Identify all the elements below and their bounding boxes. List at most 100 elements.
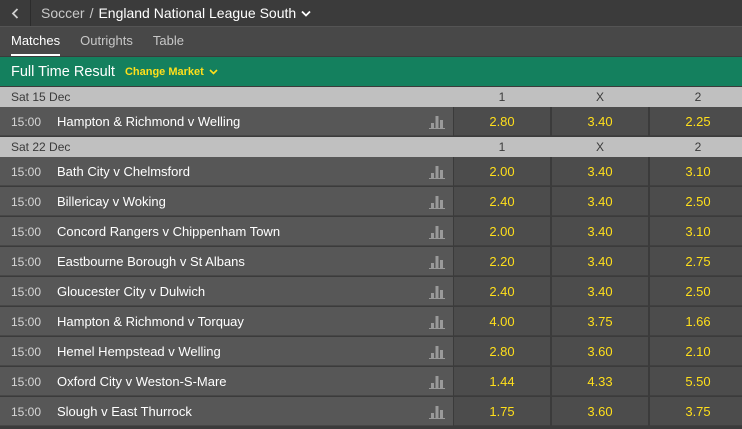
match-row: 15:00 Hampton & Richmond v Torquay 4.00 3.7… xyxy=(0,307,742,337)
odds-button-home[interactable]: 1.75 xyxy=(454,397,550,426)
match-time: 15:00 xyxy=(11,255,42,269)
match-row: 15:00 Concord Rangers v Chippenham Town 2.… xyxy=(0,217,742,247)
odds-button-draw[interactable]: 3.40 xyxy=(552,107,648,136)
match-link[interactable]: 15:00 Concord Rangers v Chippenham Town xyxy=(0,217,453,246)
odds-button-away[interactable]: 3.10 xyxy=(650,157,742,186)
odds-button-draw[interactable]: 3.40 xyxy=(552,247,648,276)
odds-button-home[interactable]: 4.00 xyxy=(454,307,550,336)
match-row: 15:00 Hampton & Richmond v Welling 2.80 3.4… xyxy=(0,107,742,137)
match-row: 15:00 Hemel Hempstead v Welling 2.80 3.60 2.… xyxy=(0,337,742,367)
odds-button-away[interactable]: 2.50 xyxy=(650,187,742,216)
tab-outrights[interactable]: Outrights xyxy=(70,27,143,56)
match-link[interactable]: 15:00 Hampton & Richmond v Welling xyxy=(0,107,453,136)
odds-button-home[interactable]: 2.40 xyxy=(454,187,550,216)
tab-bar: Matches Outrights Table xyxy=(0,26,742,56)
match-time: 15:00 xyxy=(11,315,42,329)
bar-chart-icon[interactable] xyxy=(429,315,445,329)
odds-button-draw[interactable]: 3.60 xyxy=(552,337,648,366)
match-teams: Hampton & Richmond v Welling xyxy=(57,114,241,129)
match-link[interactable]: 15:00 Slough v East Thurrock xyxy=(0,397,453,426)
chevron-left-icon xyxy=(11,7,19,19)
match-link[interactable]: 15:00 Oxford City v Weston-S-Mare xyxy=(0,367,453,396)
bar-chart-icon[interactable] xyxy=(429,345,445,359)
match-teams: Billericay v Woking xyxy=(57,194,166,209)
odds-button-draw[interactable]: 3.40 xyxy=(552,187,648,216)
change-market-button[interactable]: Change Market xyxy=(125,66,218,78)
match-row: 15:00 Billericay v Woking 2.40 3.40 2.50 xyxy=(0,187,742,217)
odds-button-away[interactable]: 2.75 xyxy=(650,247,742,276)
odds-button-away[interactable]: 5.50 xyxy=(650,367,742,396)
bar-chart-icon[interactable] xyxy=(429,255,445,269)
bar-chart-icon[interactable] xyxy=(429,375,445,389)
match-time: 15:00 xyxy=(11,165,42,179)
match-time: 15:00 xyxy=(11,115,42,129)
match-link[interactable]: 15:00 Billericay v Woking xyxy=(0,187,453,216)
match-time: 15:00 xyxy=(11,405,42,419)
odds-button-draw[interactable]: 3.60 xyxy=(552,397,648,426)
match-link[interactable]: 15:00 Bath City v Chelmsford xyxy=(0,157,453,186)
bar-chart-icon[interactable] xyxy=(429,405,445,419)
match-teams: Concord Rangers v Chippenham Town xyxy=(57,224,281,239)
match-row: 15:00 Eastbourne Borough v St Albans 2.20 3… xyxy=(0,247,742,277)
match-teams: Slough v East Thurrock xyxy=(57,404,192,419)
match-teams: Oxford City v Weston-S-Mare xyxy=(57,374,227,389)
match-link[interactable]: 15:00 Gloucester City v Dulwich xyxy=(0,277,453,306)
match-teams: Gloucester City v Dulwich xyxy=(57,284,206,299)
odds-button-home[interactable]: 2.20 xyxy=(454,247,550,276)
breadcrumb: Soccer / England National League South xyxy=(31,5,311,21)
day-date: Sat 15 Dec xyxy=(11,90,71,104)
odds-button-draw[interactable]: 4.33 xyxy=(552,367,648,396)
odds-button-draw[interactable]: 3.40 xyxy=(552,157,648,186)
day-header: Sat 15 Dec 1 X 2 xyxy=(0,87,742,107)
odds-button-home[interactable]: 2.80 xyxy=(454,107,550,136)
chevron-down-icon[interactable] xyxy=(301,10,311,17)
match-time: 15:00 xyxy=(11,345,42,359)
match-teams: Hemel Hempstead v Welling xyxy=(57,344,221,359)
bar-chart-icon[interactable] xyxy=(429,285,445,299)
column-header-home: 1 xyxy=(498,140,506,154)
odds-button-away[interactable]: 3.10 xyxy=(650,217,742,246)
bar-chart-icon[interactable] xyxy=(429,115,445,129)
bar-chart-icon[interactable] xyxy=(429,225,445,239)
breadcrumb-separator: / xyxy=(89,5,94,21)
top-bar: Soccer / England National League South xyxy=(0,0,742,26)
odds-button-home[interactable]: 2.00 xyxy=(454,217,550,246)
tab-matches[interactable]: Matches xyxy=(0,27,70,56)
bar-chart-icon[interactable] xyxy=(429,165,445,179)
back-button[interactable] xyxy=(0,0,31,26)
column-header-home: 1 xyxy=(498,90,506,104)
tab-table[interactable]: Table xyxy=(143,27,194,56)
odds-button-home[interactable]: 2.80 xyxy=(454,337,550,366)
odds-button-away[interactable]: 1.66 xyxy=(650,307,742,336)
column-header-away: 2 xyxy=(694,90,702,104)
odds-button-away[interactable]: 2.50 xyxy=(650,277,742,306)
odds-button-draw[interactable]: 3.75 xyxy=(552,307,648,336)
odds-button-away[interactable]: 3.75 xyxy=(650,397,742,426)
odds-button-draw[interactable]: 3.40 xyxy=(552,277,648,306)
match-time: 15:00 xyxy=(11,285,42,299)
match-link[interactable]: 15:00 Eastbourne Borough v St Albans xyxy=(0,247,453,276)
match-row: 15:00 Slough v East Thurrock 1.75 3.60 3.75 xyxy=(0,397,742,427)
odds-button-home[interactable]: 2.00 xyxy=(454,157,550,186)
odds-button-away[interactable]: 2.10 xyxy=(650,337,742,366)
column-header-draw: X xyxy=(595,90,604,104)
match-time: 15:00 xyxy=(11,225,42,239)
match-time: 15:00 xyxy=(11,195,42,209)
market-header: Full Time Result Change Market xyxy=(0,57,742,86)
odds-button-draw[interactable]: 3.40 xyxy=(552,217,648,246)
match-time: 15:00 xyxy=(11,375,42,389)
match-teams: Hampton & Richmond v Torquay xyxy=(57,314,244,329)
odds-button-away[interactable]: 2.25 xyxy=(650,107,742,136)
odds-button-home[interactable]: 2.40 xyxy=(454,277,550,306)
odds-button-home[interactable]: 1.44 xyxy=(454,367,550,396)
match-teams: Bath City v Chelmsford xyxy=(57,164,190,179)
breadcrumb-league[interactable]: England National League South xyxy=(98,5,296,21)
match-link[interactable]: 15:00 Hemel Hempstead v Welling xyxy=(0,337,453,366)
day-header: Sat 22 Dec 1 X 2 xyxy=(0,137,742,157)
breadcrumb-sport[interactable]: Soccer xyxy=(41,5,85,21)
match-link[interactable]: 15:00 Hampton & Richmond v Torquay xyxy=(0,307,453,336)
day-date: Sat 22 Dec xyxy=(11,140,71,154)
column-header-draw: X xyxy=(595,140,604,154)
bar-chart-icon[interactable] xyxy=(429,195,445,209)
column-header-away: 2 xyxy=(694,140,702,154)
